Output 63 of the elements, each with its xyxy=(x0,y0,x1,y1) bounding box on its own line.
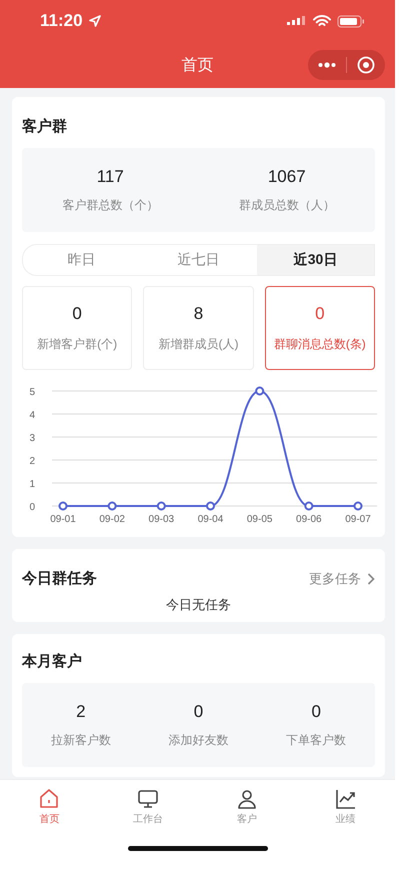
stat-label: 客户群总数（个） xyxy=(62,196,158,214)
tab-bar-item[interactable]: 客户 xyxy=(198,780,296,832)
close-icon[interactable] xyxy=(357,56,375,74)
data-point xyxy=(58,502,68,510)
axis-label: 5 xyxy=(29,387,35,398)
stat-card[interactable]: 0 新增客户群(个) xyxy=(22,286,132,370)
person-icon[interactable] xyxy=(236,788,258,810)
axis-label: 09-04 xyxy=(198,514,224,525)
stat-label: 群成员总数（人） xyxy=(238,196,335,214)
period-tab[interactable]: 近30日 xyxy=(257,245,374,275)
axis-label: 2 xyxy=(29,456,35,467)
stat-value: 0 xyxy=(72,304,82,324)
data-point xyxy=(156,502,166,510)
axis-label: 09-05 xyxy=(246,514,272,525)
axis-label: 3 xyxy=(29,433,35,444)
stat-label: 新增客户群(个) xyxy=(37,336,118,352)
chevron-right-icon[interactable] xyxy=(367,572,375,584)
axis-label: 4 xyxy=(29,410,35,421)
stat-value: 0 xyxy=(194,702,204,722)
stat-label: 添加好友数 xyxy=(168,732,228,748)
empty-message: 今日无任务 xyxy=(165,596,232,614)
page-title: 首页 xyxy=(182,56,214,76)
axis-label: 09-03 xyxy=(148,514,174,525)
stat-value: 0 xyxy=(311,702,321,722)
data-point xyxy=(255,386,264,396)
chart-icon[interactable] xyxy=(334,788,357,810)
status-time: 11:20 xyxy=(40,11,83,31)
home-icon[interactable] xyxy=(38,788,60,810)
stat-card[interactable]: 0 群聊消息总数(条) xyxy=(264,286,375,370)
stat-value: 2 xyxy=(76,702,86,722)
data-point xyxy=(108,502,117,510)
data-point xyxy=(304,502,314,510)
axis-label: 09-06 xyxy=(296,514,322,525)
stat-value: 1067 xyxy=(268,166,306,186)
stat-value: 0 xyxy=(315,304,325,324)
axis-label: 0 xyxy=(29,502,35,513)
battery-icon xyxy=(337,14,365,28)
stat-label: 群聊消息总数(条) xyxy=(274,336,366,352)
section-title: 客户群 xyxy=(22,117,68,137)
more-tasks-link[interactable]: 更多任务 xyxy=(309,570,375,588)
location-icon xyxy=(88,15,101,27)
more-icon[interactable] xyxy=(318,62,336,68)
axis-label: 09-07 xyxy=(345,514,371,525)
stat-label: 拉新客户数 xyxy=(50,732,111,748)
stat-label: 新增群成员(人) xyxy=(158,336,238,352)
stat-label: 下单客户数 xyxy=(286,732,346,748)
stat-card[interactable]: 8 新增群成员(人) xyxy=(143,286,254,370)
axis-label: 09-01 xyxy=(50,514,76,525)
tab-bar-item[interactable]: 首页 xyxy=(0,780,99,832)
axis-label: 09-02 xyxy=(99,514,125,525)
tab-bar-item[interactable]: 业绩 xyxy=(296,780,395,832)
section-title: 本月客户 xyxy=(22,652,83,672)
data-point xyxy=(206,502,215,510)
signal-icon xyxy=(287,15,307,27)
capsule-menu[interactable] xyxy=(308,50,385,80)
data-point xyxy=(354,502,362,510)
monitor-icon[interactable] xyxy=(137,788,160,810)
wifi-icon xyxy=(313,14,331,28)
tab-bar-item[interactable]: 工作台 xyxy=(98,780,198,832)
stat-value: 8 xyxy=(194,304,204,324)
section-title: 今日群任务 xyxy=(22,569,98,588)
stat-value: 117 xyxy=(96,166,124,186)
axis-label: 1 xyxy=(29,479,35,490)
